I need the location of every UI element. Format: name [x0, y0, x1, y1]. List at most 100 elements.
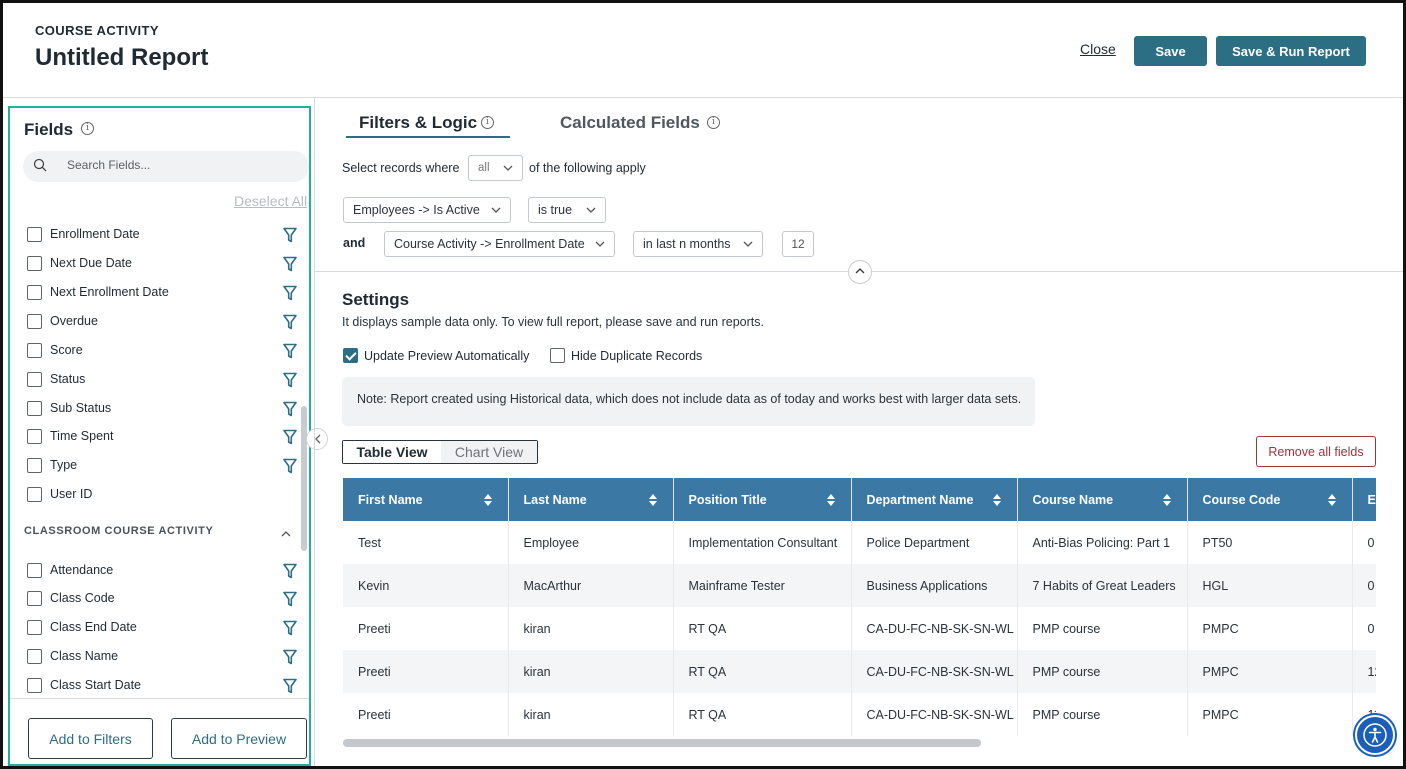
tab-calculated-fields[interactable]: Calculated Fields [560, 113, 700, 133]
table-horizontal-scrollbar[interactable] [343, 739, 1376, 747]
field-item[interactable]: Enrollment Date [27, 224, 300, 244]
field-item[interactable]: Type [27, 455, 300, 475]
section-header-classroom[interactable]: CLASSROOM COURSE ACTIVITY [24, 525, 213, 537]
active-tab-indicator [346, 136, 510, 138]
search-fields-input[interactable] [67, 158, 267, 172]
field-checkbox[interactable] [27, 314, 42, 329]
field-item[interactable]: Class Start Date [27, 675, 300, 693]
scrollbar-thumb[interactable] [343, 739, 981, 747]
filter-icon[interactable] [283, 314, 297, 330]
condition-field-dropdown[interactable]: Employees -> Is Active [343, 197, 511, 223]
collapse-panel-button[interactable] [306, 428, 328, 450]
field-item[interactable]: User ID [27, 484, 300, 504]
column-header[interactable]: Course Code [1187, 478, 1353, 521]
filter-icon[interactable] [283, 372, 297, 388]
sort-icon[interactable] [483, 494, 492, 506]
sort-icon[interactable] [1162, 494, 1171, 506]
close-link[interactable]: Close [1080, 41, 1116, 57]
field-item[interactable]: Class Code [27, 588, 300, 608]
filter-icon[interactable] [283, 227, 297, 243]
filter-icon[interactable] [283, 256, 297, 272]
filter-icon[interactable] [283, 620, 297, 636]
condition-value-input[interactable]: 12 [782, 231, 814, 257]
field-checkbox[interactable] [27, 678, 42, 693]
field-checkbox[interactable] [27, 649, 42, 664]
sort-icon[interactable] [1327, 494, 1336, 506]
field-checkbox[interactable] [27, 256, 42, 271]
field-item[interactable]: Class End Date [27, 617, 300, 637]
filter-icon[interactable] [283, 678, 297, 693]
filter-icon[interactable] [283, 591, 297, 607]
column-header-label: Position Title [688, 492, 767, 507]
column-header[interactable]: First Name [343, 478, 509, 521]
filter-icon[interactable] [283, 563, 297, 579]
column-header[interactable]: Last Name [508, 478, 674, 521]
field-item[interactable]: Next Due Date [27, 253, 300, 273]
table-cell: kiran [508, 693, 674, 736]
field-checkbox[interactable] [27, 343, 42, 358]
column-header[interactable]: Position Title [673, 478, 852, 521]
remove-all-fields-button[interactable]: Remove all fields [1256, 436, 1376, 467]
filter-icon[interactable] [283, 343, 297, 359]
field-checkbox[interactable] [27, 563, 42, 578]
column-header[interactable]: E [1352, 478, 1376, 521]
field-item[interactable]: Class Name [27, 646, 300, 666]
filter-icon[interactable] [283, 401, 297, 417]
field-checkbox[interactable] [27, 620, 42, 635]
field-checkbox[interactable] [27, 372, 42, 387]
field-list[interactable]: Enrollment Date Next Due Date Next Enrol… [10, 218, 300, 693]
column-header[interactable]: Course Name [1017, 478, 1188, 521]
report-title[interactable]: Untitled Report [35, 44, 208, 72]
condition-field-dropdown[interactable]: Course Activity -> Enrollment Date [384, 231, 615, 257]
filter-icon[interactable] [283, 649, 297, 665]
update-preview-checkbox[interactable] [343, 348, 358, 363]
match-type-dropdown[interactable]: all [468, 155, 523, 181]
table-cell: CA-DU-FC-NB-SK-SN-WL [851, 650, 1018, 693]
save-and-run-button[interactable]: Save & Run Report [1216, 36, 1366, 66]
collapse-filters-button[interactable] [848, 260, 872, 284]
hide-duplicates-checkbox[interactable] [550, 348, 565, 363]
field-item[interactable]: Attendance [27, 560, 300, 580]
table-cell: Preeti [343, 650, 509, 693]
filter-icon[interactable] [283, 458, 297, 474]
column-header[interactable]: Department Name [851, 478, 1018, 521]
save-button[interactable]: Save [1134, 36, 1207, 66]
dropdown-value: all [478, 162, 490, 174]
field-checkbox[interactable] [27, 285, 42, 300]
chevron-up-icon[interactable] [281, 531, 291, 537]
sort-icon[interactable] [826, 494, 835, 506]
chevron-down-icon [503, 165, 513, 171]
field-item[interactable]: Status [27, 369, 300, 389]
add-to-preview-button[interactable]: Add to Preview [171, 718, 307, 759]
tab-filters-logic[interactable]: Filters & Logic [359, 113, 477, 133]
filter-icon[interactable] [283, 285, 297, 301]
field-checkbox[interactable] [27, 487, 42, 502]
info-icon[interactable]: i [81, 122, 94, 135]
add-to-filters-button[interactable]: Add to Filters [28, 718, 153, 759]
field-item[interactable]: Overdue [27, 311, 300, 331]
accessibility-button[interactable] [1355, 715, 1395, 755]
field-checkbox[interactable] [27, 401, 42, 416]
field-checkbox[interactable] [27, 458, 42, 473]
info-icon[interactable]: i [707, 116, 720, 129]
chart-view-button[interactable]: Chart View [441, 441, 537, 463]
field-item[interactable]: Sub Status [27, 398, 300, 418]
condition-operator-dropdown[interactable]: is true [528, 197, 606, 223]
field-checkbox[interactable] [27, 591, 42, 606]
fields-scrollbar[interactable] [301, 406, 307, 551]
field-item[interactable]: Score [27, 340, 300, 360]
table-view-button[interactable]: Table View [343, 441, 441, 463]
condition-operator-dropdown[interactable]: in last n months [633, 231, 763, 257]
sort-icon[interactable] [992, 494, 1001, 506]
filter-icon[interactable] [283, 429, 297, 445]
field-checkbox[interactable] [27, 429, 42, 444]
table-cell: Test [343, 521, 509, 564]
info-icon[interactable]: i [481, 116, 494, 129]
deselect-all-link[interactable]: Deselect All [234, 193, 307, 209]
table-cell: PMP course [1017, 650, 1188, 693]
field-label: Sub Status [50, 401, 112, 415]
field-item[interactable]: Time Spent [27, 426, 300, 446]
sort-icon[interactable] [648, 494, 657, 506]
field-checkbox[interactable] [27, 227, 42, 242]
field-item[interactable]: Next Enrollment Date [27, 282, 300, 302]
